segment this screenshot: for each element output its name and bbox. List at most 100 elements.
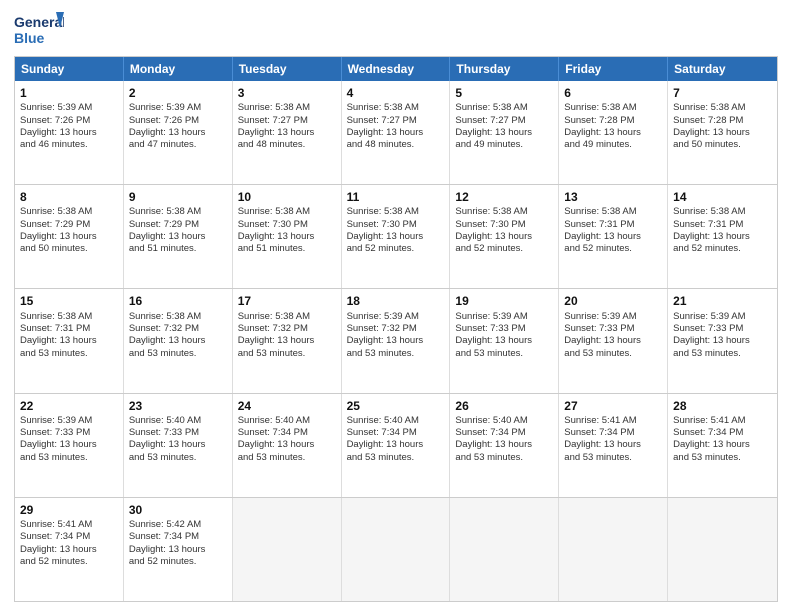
cal-cell-3-4: 18 Sunrise: 5:39 AM Sunset: 7:32 PM Dayli… (342, 289, 451, 392)
cal-cell-3-7: 21 Sunrise: 5:39 AM Sunset: 7:33 PM Dayli… (668, 289, 777, 392)
day-number: 4 (347, 85, 445, 101)
day-info: Sunrise: 5:41 AM Sunset: 7:34 PM Dayligh… (564, 415, 662, 464)
cal-cell-1-1: 1Sunrise: 5:39 AM Sunset: 7:26 PM Daylig… (15, 81, 124, 184)
day-number: 7 (673, 85, 772, 101)
day-number: 13 (564, 189, 662, 205)
cal-cell-3-6: 20 Sunrise: 5:39 AM Sunset: 7:33 PM Dayli… (559, 289, 668, 392)
svg-text:General: General (14, 14, 64, 30)
header-day-friday: Friday (559, 57, 668, 81)
cal-cell-3-2: 16Sunrise: 5:38 AM Sunset: 7:32 PM Dayli… (124, 289, 233, 392)
cal-cell-4-1: 22Sunrise: 5:39 AM Sunset: 7:33 PM Dayli… (15, 394, 124, 497)
day-info: Sunrise: 5:38 AM Sunset: 7:30 PM Dayligh… (238, 206, 336, 255)
calendar-row-1: 1Sunrise: 5:39 AM Sunset: 7:26 PM Daylig… (15, 81, 777, 184)
day-info: Sunrise: 5:38 AM Sunset: 7:28 PM Dayligh… (673, 102, 772, 151)
day-info: Sunrise: 5:39 AM Sunset: 7:33 PM Dayligh… (455, 311, 553, 360)
cal-cell-4-2: 23Sunrise: 5:40 AM Sunset: 7:33 PM Dayli… (124, 394, 233, 497)
day-number: 19 (455, 293, 553, 309)
day-info: Sunrise: 5:39 AM Sunset: 7:33 PM Dayligh… (673, 311, 772, 360)
day-info: Sunrise: 5:42 AM Sunset: 7:34 PM Dayligh… (129, 519, 227, 568)
day-number: 27 (564, 398, 662, 414)
day-info: Sunrise: 5:39 AM Sunset: 7:26 PM Dayligh… (129, 102, 227, 151)
day-info: Sunrise: 5:41 AM Sunset: 7:34 PM Dayligh… (20, 519, 118, 568)
day-info: Sunrise: 5:38 AM Sunset: 7:32 PM Dayligh… (238, 311, 336, 360)
day-number: 22 (20, 398, 118, 414)
logo: General Blue (14, 10, 64, 48)
day-info: Sunrise: 5:38 AM Sunset: 7:31 PM Dayligh… (564, 206, 662, 255)
day-number: 18 (347, 293, 445, 309)
cal-cell-4-4: 25Sunrise: 5:40 AM Sunset: 7:34 PM Dayli… (342, 394, 451, 497)
day-number: 11 (347, 189, 445, 205)
cal-cell-1-6: 6Sunrise: 5:38 AM Sunset: 7:28 PM Daylig… (559, 81, 668, 184)
day-number: 10 (238, 189, 336, 205)
calendar-body: 1Sunrise: 5:39 AM Sunset: 7:26 PM Daylig… (15, 81, 777, 601)
day-info: Sunrise: 5:39 AM Sunset: 7:32 PM Dayligh… (347, 311, 445, 360)
cal-cell-4-6: 27Sunrise: 5:41 AM Sunset: 7:34 PM Dayli… (559, 394, 668, 497)
day-info: Sunrise: 5:39 AM Sunset: 7:33 PM Dayligh… (20, 415, 118, 464)
cal-cell-5-5 (450, 498, 559, 601)
day-number: 30 (129, 502, 227, 518)
header-day-wednesday: Wednesday (342, 57, 451, 81)
cal-cell-3-3: 17Sunrise: 5:38 AM Sunset: 7:32 PM Dayli… (233, 289, 342, 392)
calendar-row-2: 8Sunrise: 5:38 AM Sunset: 7:29 PM Daylig… (15, 184, 777, 288)
day-number: 15 (20, 293, 118, 309)
logo-svg: General Blue (14, 10, 64, 48)
calendar-row-5: 29Sunrise: 5:41 AM Sunset: 7:34 PM Dayli… (15, 497, 777, 601)
header-day-thursday: Thursday (450, 57, 559, 81)
calendar-header: SundayMondayTuesdayWednesdayThursdayFrid… (15, 57, 777, 81)
day-info: Sunrise: 5:38 AM Sunset: 7:27 PM Dayligh… (347, 102, 445, 151)
day-number: 5 (455, 85, 553, 101)
day-info: Sunrise: 5:38 AM Sunset: 7:27 PM Dayligh… (455, 102, 553, 151)
day-info: Sunrise: 5:39 AM Sunset: 7:33 PM Dayligh… (564, 311, 662, 360)
calendar: SundayMondayTuesdayWednesdayThursdayFrid… (14, 56, 778, 602)
cal-cell-4-7: 28Sunrise: 5:41 AM Sunset: 7:34 PM Dayli… (668, 394, 777, 497)
day-number: 20 (564, 293, 662, 309)
day-number: 9 (129, 189, 227, 205)
cal-cell-2-4: 11Sunrise: 5:38 AM Sunset: 7:30 PM Dayli… (342, 185, 451, 288)
day-number: 25 (347, 398, 445, 414)
cal-cell-2-7: 14Sunrise: 5:38 AM Sunset: 7:31 PM Dayli… (668, 185, 777, 288)
day-info: Sunrise: 5:41 AM Sunset: 7:34 PM Dayligh… (673, 415, 772, 464)
day-info: Sunrise: 5:39 AM Sunset: 7:26 PM Dayligh… (20, 102, 118, 151)
day-info: Sunrise: 5:38 AM Sunset: 7:29 PM Dayligh… (129, 206, 227, 255)
day-number: 23 (129, 398, 227, 414)
page: General Blue SundayMondayTuesdayWednesda… (0, 0, 792, 612)
cal-cell-1-2: 2Sunrise: 5:39 AM Sunset: 7:26 PM Daylig… (124, 81, 233, 184)
day-info: Sunrise: 5:38 AM Sunset: 7:31 PM Dayligh… (20, 311, 118, 360)
cal-cell-5-7 (668, 498, 777, 601)
day-info: Sunrise: 5:40 AM Sunset: 7:34 PM Dayligh… (238, 415, 336, 464)
cal-cell-5-1: 29Sunrise: 5:41 AM Sunset: 7:34 PM Dayli… (15, 498, 124, 601)
cal-cell-2-3: 10Sunrise: 5:38 AM Sunset: 7:30 PM Dayli… (233, 185, 342, 288)
cal-cell-5-2: 30Sunrise: 5:42 AM Sunset: 7:34 PM Dayli… (124, 498, 233, 601)
cal-cell-4-5: 26Sunrise: 5:40 AM Sunset: 7:34 PM Dayli… (450, 394, 559, 497)
cal-cell-3-1: 15 Sunrise: 5:38 AM Sunset: 7:31 PM Dayli… (15, 289, 124, 392)
day-info: Sunrise: 5:40 AM Sunset: 7:33 PM Dayligh… (129, 415, 227, 464)
cal-cell-2-5: 12Sunrise: 5:38 AM Sunset: 7:30 PM Dayli… (450, 185, 559, 288)
cal-cell-5-4 (342, 498, 451, 601)
cal-cell-2-6: 13Sunrise: 5:38 AM Sunset: 7:31 PM Dayli… (559, 185, 668, 288)
calendar-row-4: 22Sunrise: 5:39 AM Sunset: 7:33 PM Dayli… (15, 393, 777, 497)
day-number: 26 (455, 398, 553, 414)
day-number: 29 (20, 502, 118, 518)
day-number: 1 (20, 85, 118, 101)
cal-cell-5-6 (559, 498, 668, 601)
cal-cell-1-5: 5Sunrise: 5:38 AM Sunset: 7:27 PM Daylig… (450, 81, 559, 184)
header: General Blue (14, 10, 778, 48)
cal-cell-2-2: 9Sunrise: 5:38 AM Sunset: 7:29 PM Daylig… (124, 185, 233, 288)
cal-cell-1-7: 7Sunrise: 5:38 AM Sunset: 7:28 PM Daylig… (668, 81, 777, 184)
day-number: 14 (673, 189, 772, 205)
day-info: Sunrise: 5:38 AM Sunset: 7:28 PM Dayligh… (564, 102, 662, 151)
day-info: Sunrise: 5:38 AM Sunset: 7:32 PM Dayligh… (129, 311, 227, 360)
day-number: 12 (455, 189, 553, 205)
cal-cell-2-1: 8Sunrise: 5:38 AM Sunset: 7:29 PM Daylig… (15, 185, 124, 288)
day-number: 21 (673, 293, 772, 309)
day-info: Sunrise: 5:38 AM Sunset: 7:30 PM Dayligh… (455, 206, 553, 255)
svg-text:Blue: Blue (14, 30, 45, 46)
cal-cell-1-3: 3Sunrise: 5:38 AM Sunset: 7:27 PM Daylig… (233, 81, 342, 184)
day-number: 3 (238, 85, 336, 101)
header-day-monday: Monday (124, 57, 233, 81)
cal-cell-3-5: 19 Sunrise: 5:39 AM Sunset: 7:33 PM Dayli… (450, 289, 559, 392)
day-number: 2 (129, 85, 227, 101)
day-info: Sunrise: 5:40 AM Sunset: 7:34 PM Dayligh… (455, 415, 553, 464)
day-info: Sunrise: 5:38 AM Sunset: 7:29 PM Dayligh… (20, 206, 118, 255)
day-info: Sunrise: 5:38 AM Sunset: 7:30 PM Dayligh… (347, 206, 445, 255)
